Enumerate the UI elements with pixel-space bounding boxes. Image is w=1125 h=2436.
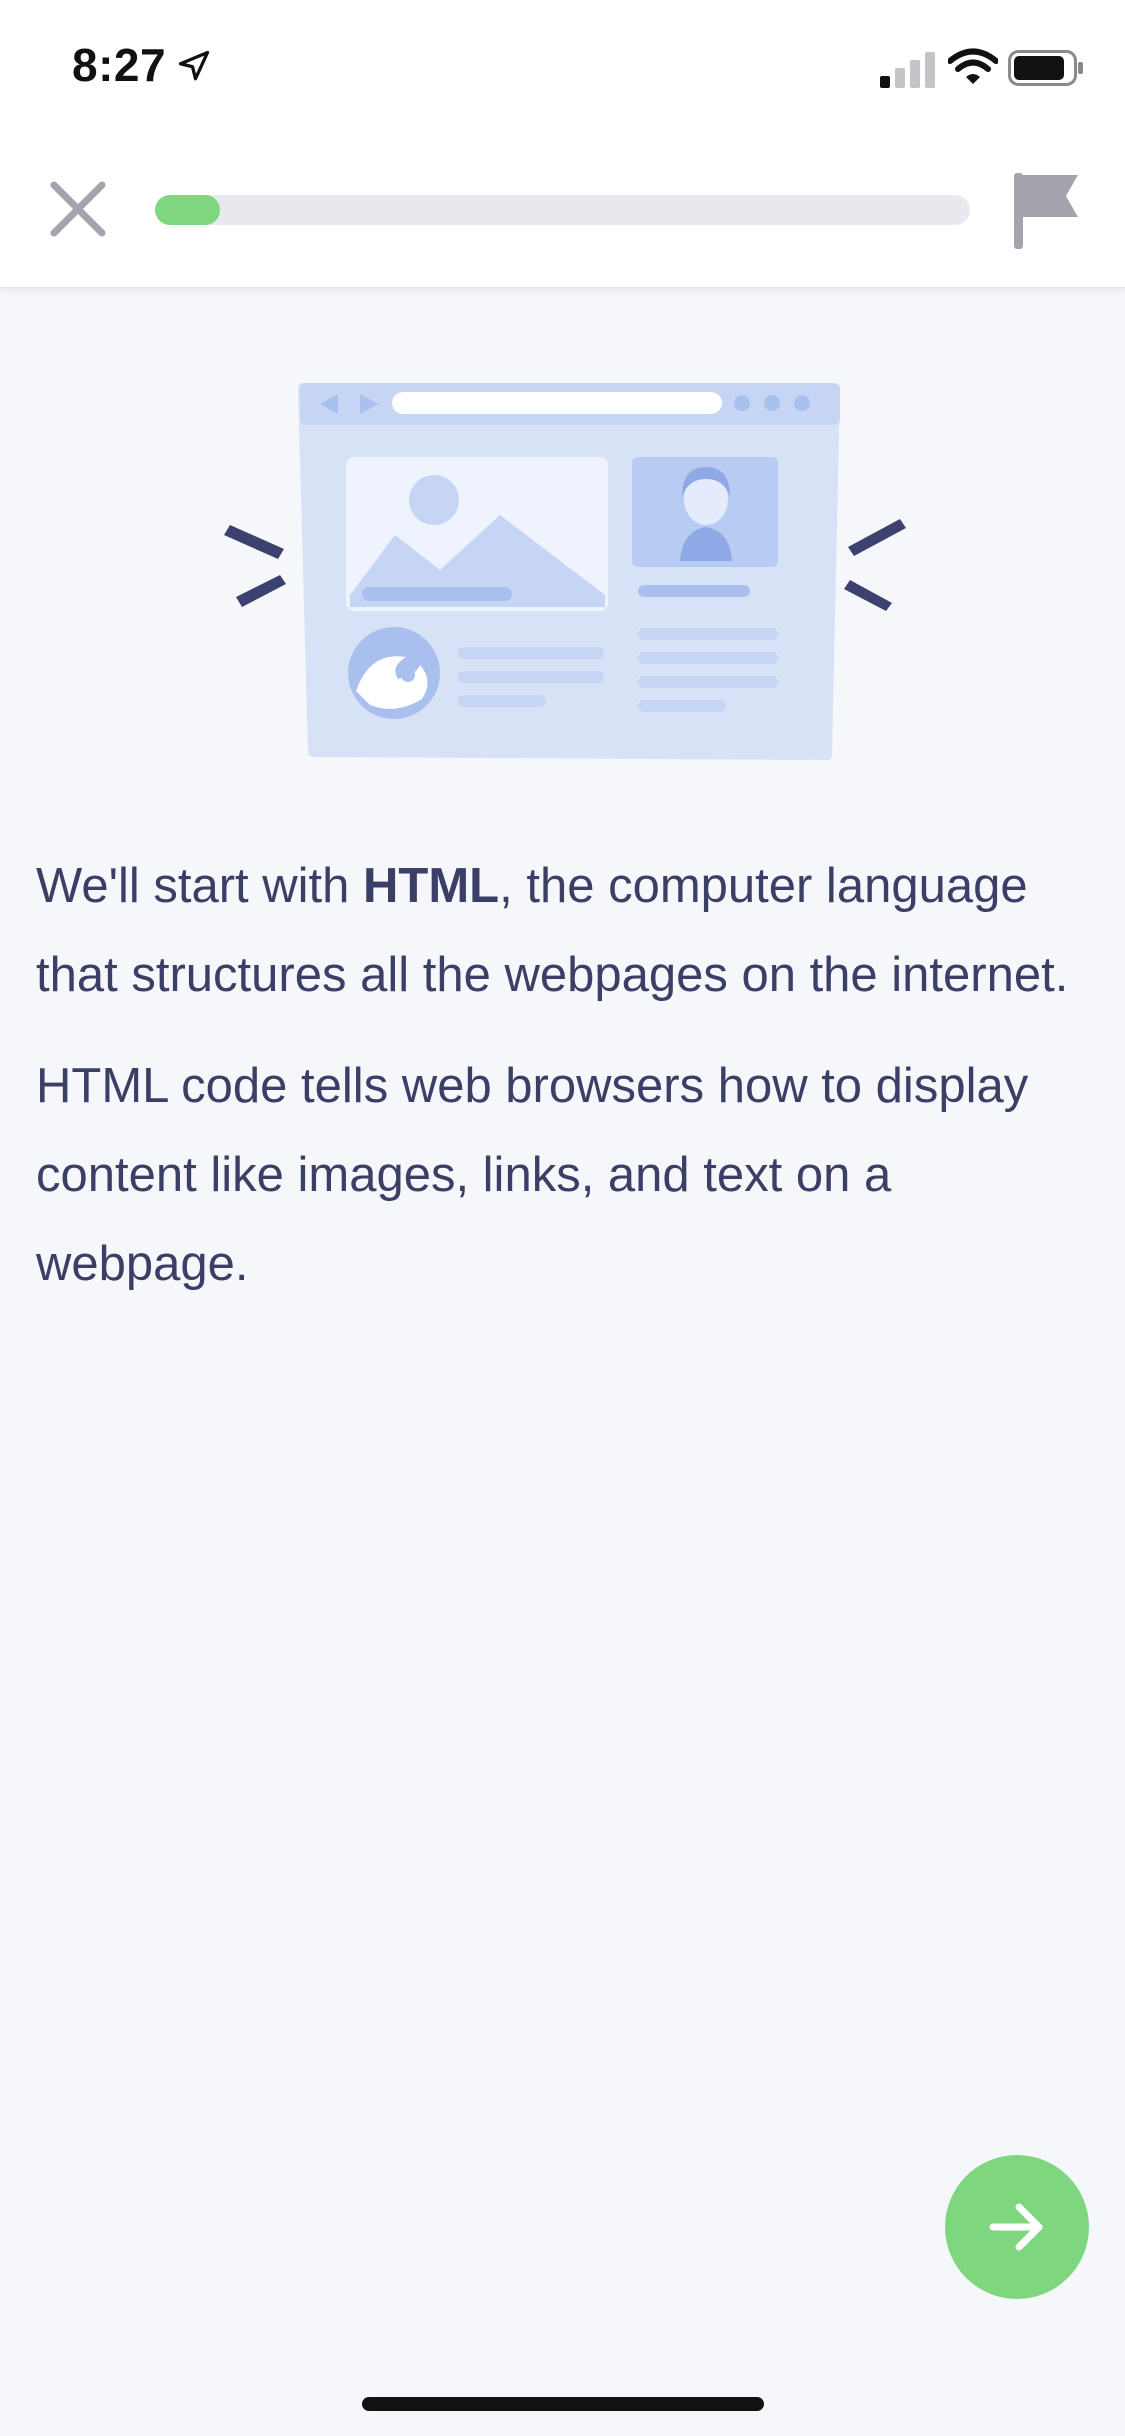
lesson-progress-bar <box>155 195 970 225</box>
location-arrow-icon <box>178 50 210 81</box>
next-button[interactable] <box>945 2155 1089 2299</box>
status-bar: 8:27 <box>0 0 1125 135</box>
webpage-illustration <box>224 383 906 760</box>
wifi-icon <box>948 48 998 84</box>
home-indicator[interactable] <box>362 2397 764 2411</box>
lesson-paragraph-2: HTML code tells web browsers how to disp… <box>36 1059 1029 1291</box>
burst-right-decoration <box>844 519 906 611</box>
burst-left-decoration <box>224 525 286 607</box>
lesson-progress-fill <box>155 195 221 225</box>
p1-text-start: We'll start with <box>36 859 364 913</box>
cellular-signal-icon <box>880 52 935 88</box>
status-time: 8:27 <box>72 39 167 91</box>
lesson-screen: 8:27 We'll start with HTML, the computer… <box>0 0 1125 2436</box>
close-icon[interactable] <box>44 175 112 243</box>
html-keyword: HTML <box>363 859 500 913</box>
arrow-right-icon <box>989 2203 1043 2251</box>
lesson-header <box>0 135 1125 288</box>
lesson-body: We'll start with HTML, the computer lang… <box>36 842 1096 1331</box>
flag-icon[interactable] <box>1010 169 1082 251</box>
lesson-paragraph-1: We'll start with HTML, the computer lang… <box>36 842 1096 1020</box>
battery-icon <box>1008 50 1083 86</box>
